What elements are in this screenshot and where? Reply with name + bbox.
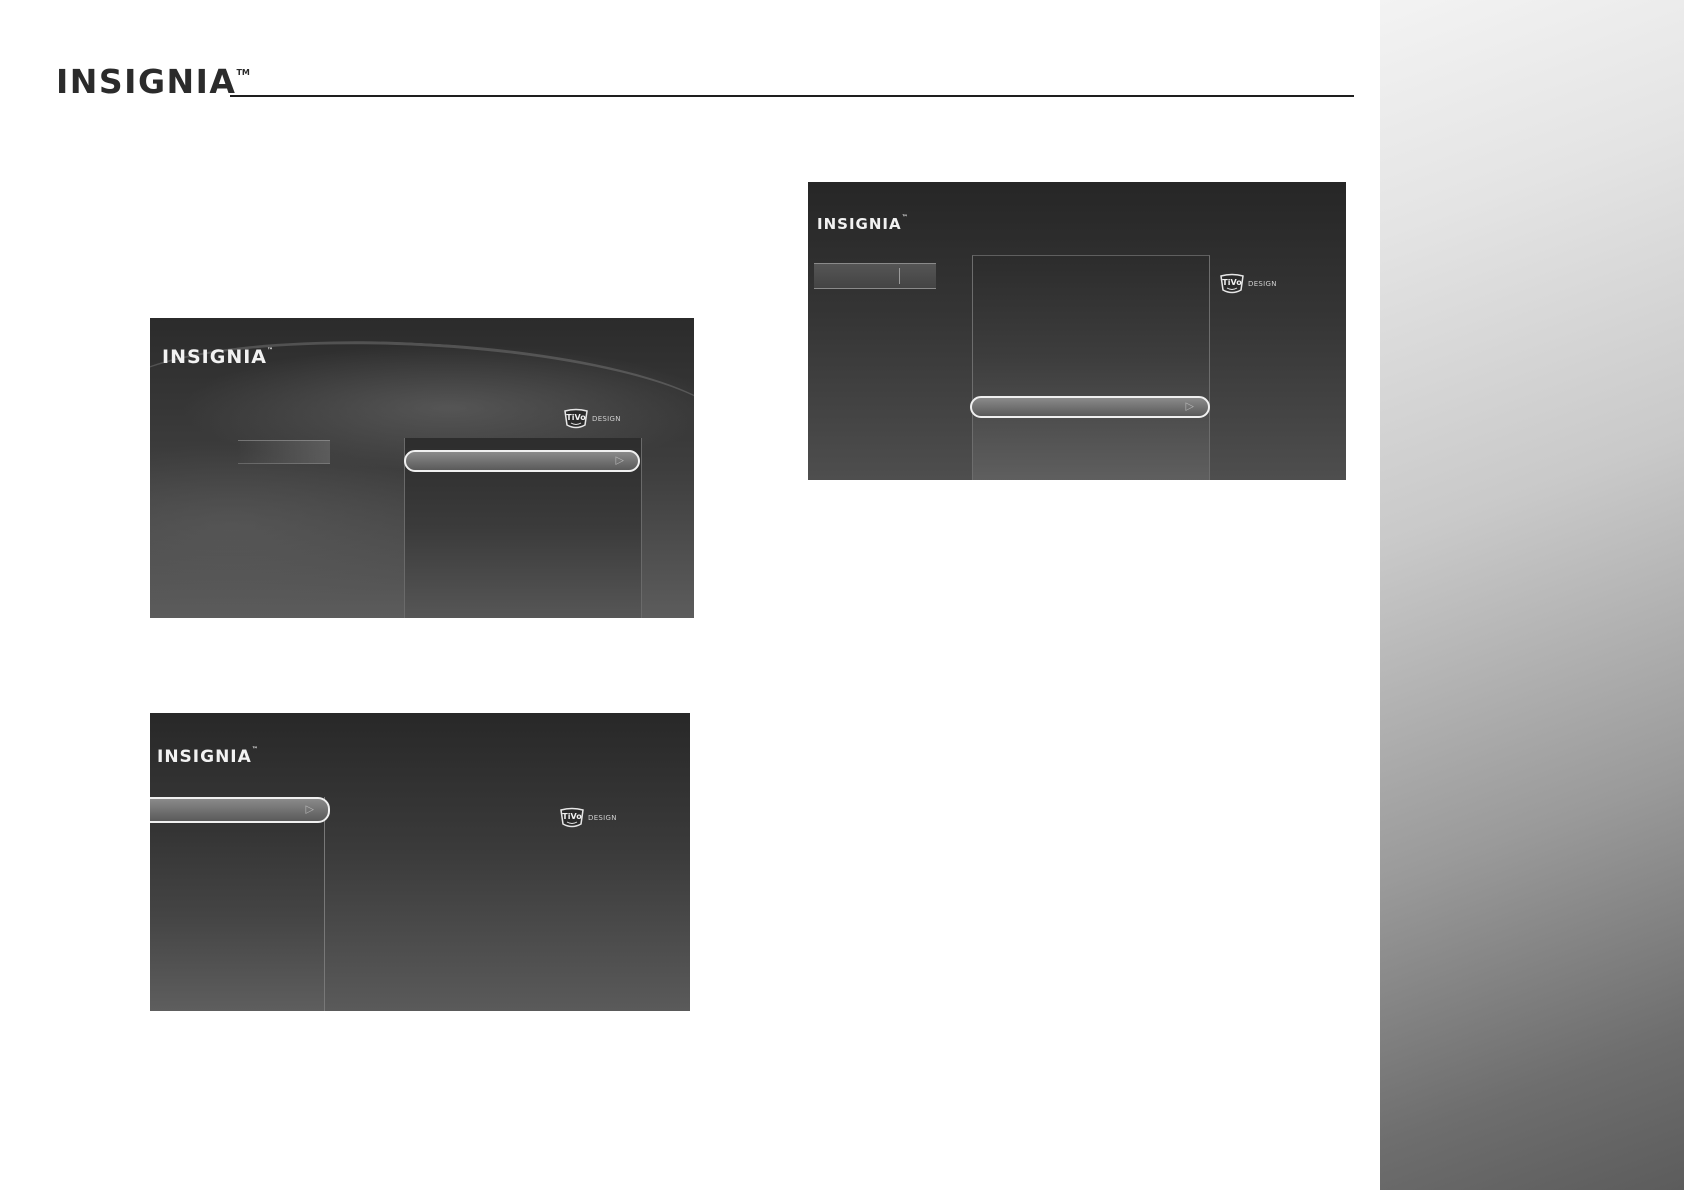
tivo-design-label: DESIGN <box>588 814 617 822</box>
tv-brand-logo: INSIGNIA™ <box>157 746 259 767</box>
left-menu-indicator <box>238 440 330 464</box>
left-menu-tab <box>814 263 936 289</box>
page-logo: INSIGNIATM <box>56 62 250 101</box>
arrow-right-icon: ▷ <box>305 803 314 816</box>
tv-screenshot-a: INSIGNIA™ TiVo DESIGN ▷ <box>150 318 694 618</box>
page-logo-trademark: TM <box>236 68 250 77</box>
highlighted-menu-item[interactable]: ▷ <box>404 450 640 472</box>
tivo-design-badge: TiVo DESIGN <box>1218 273 1277 295</box>
tivo-design-badge: TiVo DESIGN <box>558 807 617 829</box>
tivo-design-badge: TiVo DESIGN <box>562 408 621 430</box>
highlighted-menu-item[interactable]: ▷ <box>150 797 330 823</box>
header-rule <box>230 95 1354 97</box>
tv-screenshot-c: INSIGNIA™ TiVo DESIGN ▷ <box>808 182 1346 480</box>
left-menu-panel <box>150 797 325 1011</box>
tivo-icon: TiVo <box>564 408 588 429</box>
arrow-right-icon: ▷ <box>1185 400 1194 413</box>
tivo-design-label: DESIGN <box>1248 280 1277 288</box>
svg-text:TiVo: TiVo <box>1222 278 1242 287</box>
page-logo-text: INSIGNIA <box>56 62 237 101</box>
submenu-panel <box>972 255 1210 480</box>
highlighted-menu-item[interactable]: ▷ <box>970 396 1210 418</box>
tv-brand-logo: INSIGNIA™ <box>162 346 274 368</box>
tab-divider <box>899 268 900 284</box>
side-gradient-panel <box>1380 0 1684 1190</box>
tv-screenshot-b: INSIGNIA™ TiVo DESIGN ▷ <box>150 713 690 1011</box>
arrow-right-icon: ▷ <box>615 454 624 467</box>
svg-text:TiVo: TiVo <box>566 413 586 422</box>
tv-brand-logo: INSIGNIA™ <box>817 214 909 233</box>
tivo-icon: TiVo <box>560 807 584 828</box>
svg-text:TiVo: TiVo <box>562 812 582 821</box>
tivo-design-label: DESIGN <box>592 415 621 423</box>
tivo-icon: TiVo <box>1220 273 1244 294</box>
